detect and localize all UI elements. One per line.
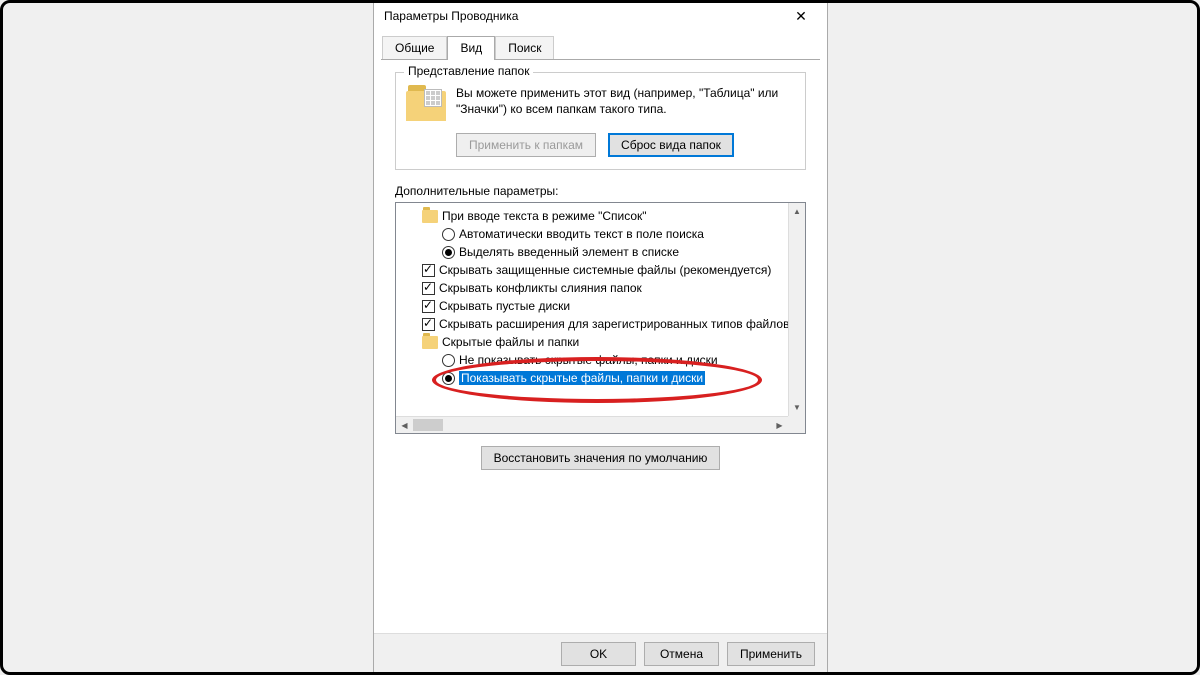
scroll-corner <box>788 416 805 433</box>
radio-search-auto[interactable]: Автоматически вводить текст в поле поиск… <box>442 225 787 243</box>
check-hide-protected[interactable]: Скрывать защищенные системные файлы (рек… <box>422 261 787 279</box>
checkbox-icon <box>422 318 435 331</box>
close-button[interactable]: ✕ <box>781 2 821 30</box>
tab-search[interactable]: Поиск <box>495 36 554 60</box>
window-title: Параметры Проводника <box>384 9 781 23</box>
check-hide-empty[interactable]: Скрывать пустые диски <box>422 297 787 315</box>
scroll-thumb[interactable] <box>413 419 443 431</box>
reset-folders-button[interactable]: Сброс вида папок <box>608 133 734 157</box>
folder-icon <box>422 210 438 223</box>
radio-icon <box>442 246 455 259</box>
tree-group-list-mode: При вводе текста в режиме "Список" <box>422 207 787 225</box>
checkbox-icon <box>422 264 435 277</box>
radio-icon <box>442 228 455 241</box>
restore-defaults-button[interactable]: Восстановить значения по умолчанию <box>481 446 721 470</box>
apply-button[interactable]: Применить <box>727 642 815 666</box>
scroll-left-icon[interactable]: ◀ <box>396 417 413 433</box>
tab-general[interactable]: Общие <box>382 36 447 60</box>
scroll-up-icon[interactable]: ▲ <box>789 203 805 220</box>
folder-views-description: Вы можете применить этот вид (например, … <box>456 85 795 117</box>
tab-body-view: Представление папок Вы можете применить … <box>381 59 820 633</box>
advanced-settings-tree[interactable]: При вводе текста в режиме "Список" Автом… <box>395 202 806 434</box>
scroll-down-icon[interactable]: ▼ <box>789 399 805 416</box>
horizontal-scrollbar[interactable]: ◀ ▶ <box>396 416 788 433</box>
checkbox-icon <box>422 300 435 313</box>
radio-dont-show-hidden[interactable]: Не показывать скрытые файлы, папки и дис… <box>442 351 787 369</box>
dialog-button-bar: OK Отмена Применить <box>374 633 827 674</box>
tab-view[interactable]: Вид <box>447 36 495 60</box>
titlebar: Параметры Проводника ✕ <box>374 1 827 31</box>
apply-to-folders-button: Применить к папкам <box>456 133 596 157</box>
ok-button[interactable]: OK <box>561 642 636 666</box>
close-icon: ✕ <box>795 8 807 25</box>
folder-views-group: Представление папок Вы можете применить … <box>395 72 806 170</box>
check-hide-ext[interactable]: Скрывать расширения для зарегистрированн… <box>422 315 787 333</box>
cancel-button[interactable]: Отмена <box>644 642 719 666</box>
radio-show-hidden[interactable]: Показывать скрытые файлы, папки и диски <box>442 369 787 387</box>
vertical-scrollbar[interactable]: ▲ ▼ <box>788 203 805 416</box>
check-hide-merge[interactable]: Скрывать конфликты слияния папок <box>422 279 787 297</box>
scroll-right-icon[interactable]: ▶ <box>771 417 788 433</box>
folder-icon <box>422 336 438 349</box>
folder-views-title: Представление папок <box>404 64 533 78</box>
tabstrip: Общие Вид Поиск <box>374 31 827 59</box>
radio-icon <box>442 372 455 385</box>
tree-group-hidden: Скрытые файлы и папки <box>422 333 787 351</box>
radio-icon <box>442 354 455 367</box>
checkbox-icon <box>422 282 435 295</box>
radio-select-typed[interactable]: Выделять введенный элемент в списке <box>442 243 787 261</box>
advanced-settings-label: Дополнительные параметры: <box>395 184 806 198</box>
folder-icon <box>406 85 446 121</box>
folder-options-dialog: Параметры Проводника ✕ Общие Вид Поиск П… <box>373 0 828 675</box>
